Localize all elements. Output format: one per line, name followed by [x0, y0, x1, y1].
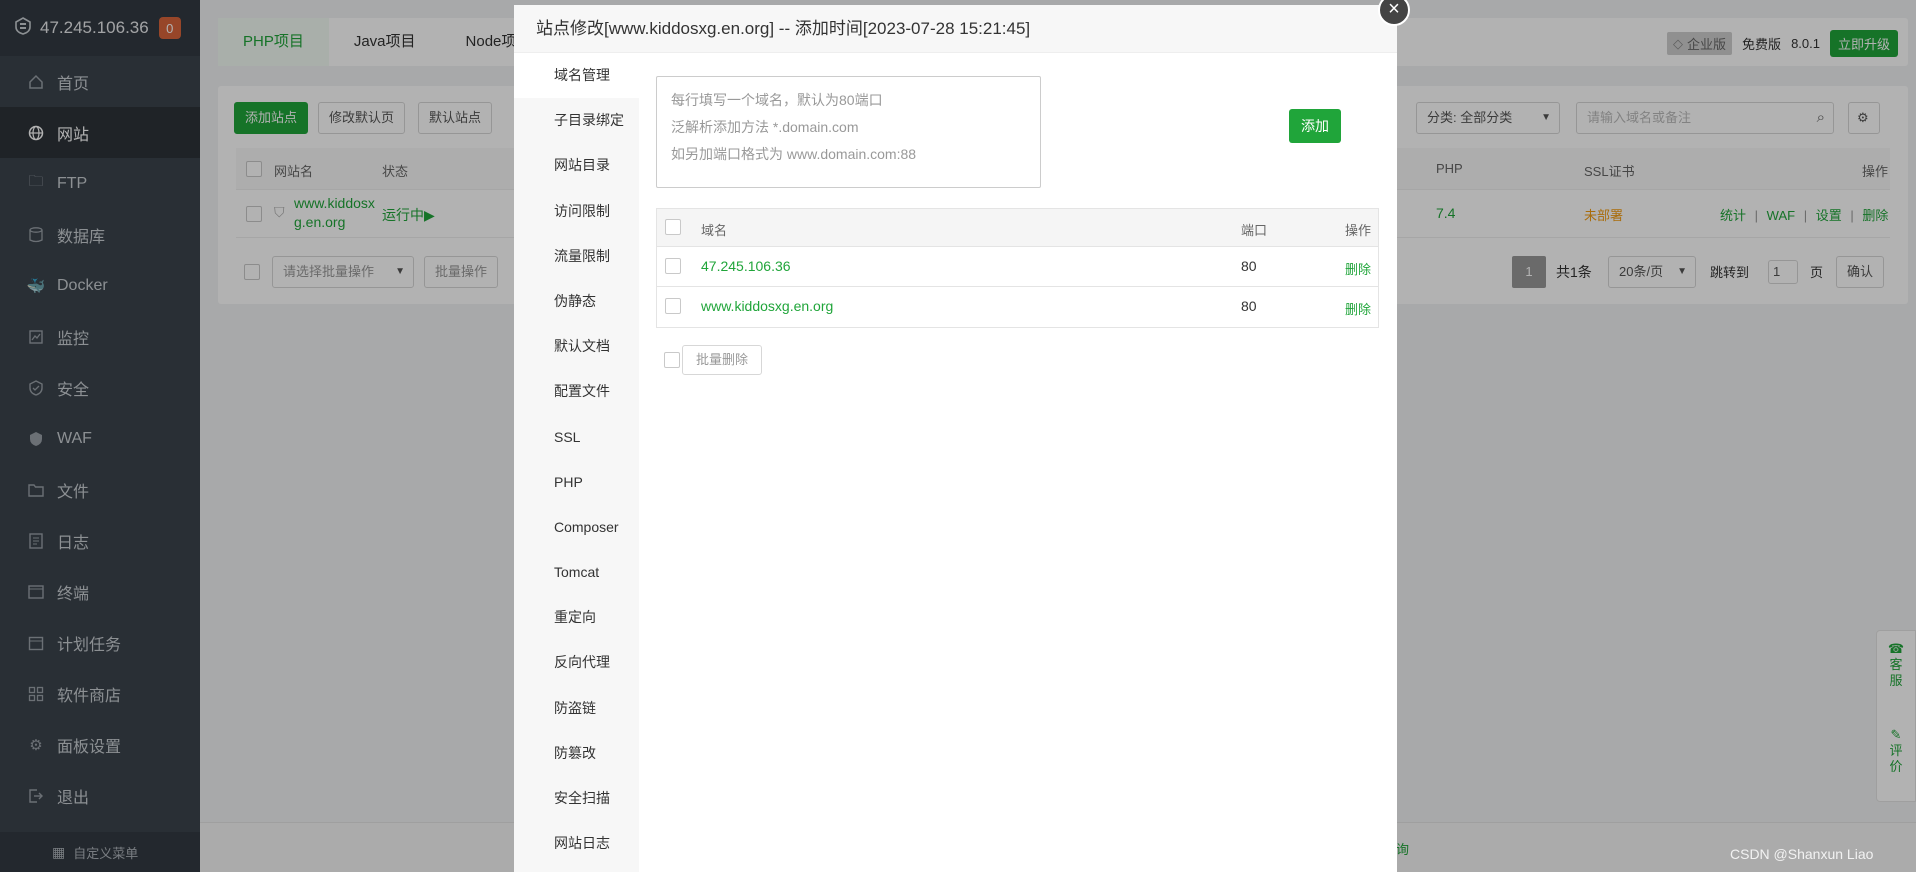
domain-name[interactable]: 47.245.106.36 — [701, 258, 791, 274]
bulk-select-checkbox[interactable] — [664, 352, 680, 368]
nav-domain-management[interactable]: 域名管理 — [514, 53, 639, 99]
nav-php[interactable]: PHP — [514, 460, 639, 505]
table-row: 47.245.106.36 80 删除 — [657, 247, 1378, 287]
nav-traffic-limit[interactable]: 流量限制 — [514, 234, 639, 279]
textarea-hint-3: 如另加端口格式为 www.domain.com:88 — [671, 146, 917, 162]
nav-subdirectory-binding[interactable]: 子目录绑定 — [514, 98, 639, 143]
domain-port: 80 — [1241, 298, 1257, 314]
domain-name[interactable]: www.kiddosxg.en.org — [701, 298, 833, 314]
nav-hotlink-protection[interactable]: 防盗链 — [514, 686, 639, 731]
nav-config-file[interactable]: 配置文件 — [514, 369, 639, 414]
nav-site-directory[interactable]: 网站目录 — [514, 143, 639, 188]
modal-nav: 域名管理 子目录绑定 网站目录 访问限制 流量限制 伪静态 默认文档 配置文件 … — [514, 53, 639, 872]
nav-access-limit[interactable]: 访问限制 — [514, 189, 639, 234]
textarea-hint-1: 每行填写一个域名，默认为80端口 — [671, 92, 883, 108]
select-all-domains-checkbox[interactable] — [665, 219, 681, 235]
table-row: www.kiddosxg.en.org 80 删除 — [657, 287, 1378, 327]
delete-domain-link[interactable]: 删除 — [1345, 299, 1371, 318]
nav-redirect[interactable]: 重定向 — [514, 595, 639, 640]
nav-security-scan[interactable]: 安全扫描 — [514, 776, 639, 821]
nav-tamper-protection[interactable]: 防篡改 — [514, 731, 639, 776]
nav-site-log[interactable]: 网站日志 — [514, 821, 639, 866]
domain-port: 80 — [1241, 258, 1257, 274]
col-domain: 域名 — [701, 223, 728, 238]
nav-rewrite[interactable]: 伪静态 — [514, 279, 639, 324]
domain-management-panel: 每行填写一个域名，默认为80端口 泛解析添加方法 *.domain.com 如另… — [639, 53, 1397, 872]
domain-table-header: 域名 端口 操作 — [657, 209, 1378, 247]
textarea-hint-2: 泛解析添加方法 *.domain.com — [671, 119, 859, 135]
site-edit-modal: 站点修改[www.kiddosxg.en.org] -- 添加时间[2023-0… — [514, 5, 1397, 872]
nav-ssl[interactable]: SSL — [514, 415, 639, 460]
col-domain-ops: 操作 — [1345, 223, 1372, 238]
domain-table: 域名 端口 操作 47.245.106.36 80 删除 www.kiddosx… — [656, 208, 1379, 328]
modal-title: 站点修改[www.kiddosxg.en.org] -- 添加时间[2023-0… — [514, 5, 1397, 53]
add-domain-button[interactable]: 添加 — [1289, 109, 1341, 143]
domain-textarea[interactable]: 每行填写一个域名，默认为80端口 泛解析添加方法 *.domain.com 如另… — [656, 76, 1041, 188]
domain-row-checkbox[interactable] — [665, 298, 681, 314]
bulk-delete-button[interactable]: 批量删除 — [682, 345, 762, 375]
domain-row-checkbox[interactable] — [665, 258, 681, 274]
nav-default-document[interactable]: 默认文档 — [514, 324, 639, 369]
watermark: CSDN @Shanxun Liao — [1730, 846, 1874, 862]
nav-reverse-proxy[interactable]: 反向代理 — [514, 640, 639, 685]
nav-composer[interactable]: Composer — [514, 505, 639, 550]
delete-domain-link[interactable]: 删除 — [1345, 259, 1371, 278]
col-port: 端口 — [1241, 223, 1268, 238]
nav-tomcat[interactable]: Tomcat — [514, 550, 639, 595]
